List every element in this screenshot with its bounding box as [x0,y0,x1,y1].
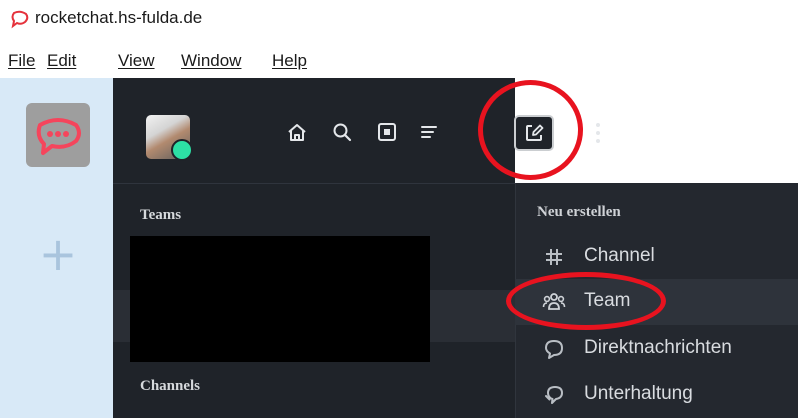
teams-section-title: Teams [140,207,182,223]
channels-section-title: Channels [140,378,201,394]
menu-item-discussion[interactable]: Unterhaltung [515,372,798,418]
menu-view[interactable]: View [118,51,155,71]
status-online-indicator [171,139,193,161]
directory-icon[interactable] [373,118,401,146]
direct-message-icon [541,336,567,362]
highlight-ring-create-button [478,80,583,180]
rocketchat-app-icon [10,9,30,29]
menu-window[interactable]: Window [181,51,241,71]
plus-icon[interactable]: + [36,231,80,278]
discussion-icon [541,382,567,408]
menu-help[interactable]: Help [272,51,307,71]
menu-item-label: Direktnachrichten [584,337,732,358]
hashtag-icon [541,244,567,270]
menu-item-direct-messages[interactable]: Direktnachrichten [515,326,798,372]
create-new-menu-title: Neu erstellen [537,204,621,220]
menu-item-label: Channel [584,245,655,266]
highlight-ring-team-item [506,272,666,330]
menu-edit[interactable]: Edit [47,51,76,71]
home-icon[interactable] [283,118,311,146]
rocketchat-logo-icon [36,118,81,155]
menu-file[interactable]: File [8,51,35,71]
sort-icon[interactable] [416,118,444,146]
menu-item-label: Unterhaltung [584,383,693,404]
workspace-button[interactable] [26,103,90,167]
kebab-menu-icon[interactable] [590,118,606,148]
redacted-area [130,236,430,362]
search-icon[interactable] [328,118,356,146]
window-title: rocketchat.hs-fulda.de [35,8,203,27]
